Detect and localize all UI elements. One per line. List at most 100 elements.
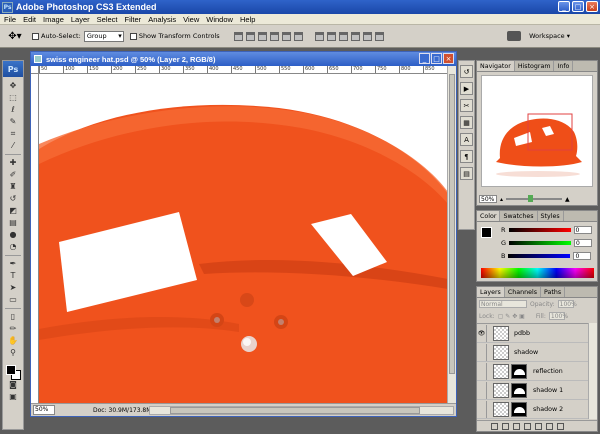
show-transform-checkbox[interactable] bbox=[129, 32, 137, 40]
menu-view[interactable]: View bbox=[183, 15, 199, 24]
eye-icon[interactable]: 👁 bbox=[477, 324, 487, 342]
align-bottom-icon[interactable] bbox=[257, 31, 267, 41]
blend-mode-dropdown[interactable]: Normal bbox=[479, 300, 527, 308]
character-icon[interactable]: A bbox=[460, 133, 473, 146]
document-zoom-field[interactable]: 50% bbox=[33, 405, 55, 415]
tab-layers[interactable]: Layers bbox=[477, 287, 505, 297]
doc-close-button[interactable]: × bbox=[443, 53, 454, 64]
visibility-toggle[interactable] bbox=[477, 381, 487, 399]
menu-layer[interactable]: Layer bbox=[71, 15, 90, 24]
layer-mask-thumbnail[interactable] bbox=[511, 382, 527, 398]
layer-row[interactable]: reflection bbox=[477, 362, 589, 381]
align-right-icon[interactable] bbox=[293, 31, 303, 41]
tab-paths[interactable]: Paths bbox=[541, 287, 566, 297]
move-tool-icon[interactable]: ✥ bbox=[4, 80, 22, 92]
channel-slider-r[interactable] bbox=[508, 228, 571, 232]
tab-navigator[interactable]: Navigator bbox=[477, 61, 515, 71]
image-canvas[interactable] bbox=[39, 74, 448, 404]
menu-help[interactable]: Help bbox=[240, 15, 255, 24]
paragraph-icon[interactable]: ¶ bbox=[460, 150, 473, 163]
auto-select-checkbox[interactable] bbox=[32, 32, 39, 40]
crop-tool-icon[interactable]: ⌗ bbox=[4, 128, 22, 140]
zoom-out-icon[interactable]: ▴ bbox=[500, 196, 503, 203]
brush-tool-icon[interactable]: ✐ bbox=[4, 169, 22, 181]
add-mask-icon[interactable] bbox=[513, 422, 520, 430]
tab-histogram[interactable]: Histogram bbox=[515, 61, 555, 71]
minimize-button[interactable]: _ bbox=[558, 1, 570, 12]
document-vertical-scrollbar[interactable] bbox=[447, 66, 456, 404]
blur-tool-icon[interactable]: ● bbox=[4, 229, 22, 241]
document-horizontal-scrollbar[interactable] bbox=[149, 406, 454, 415]
clone-source-icon[interactable]: ▤ bbox=[460, 167, 473, 180]
horizontal-scroll-thumb[interactable] bbox=[170, 407, 420, 414]
zoom-in-icon[interactable]: ▲ bbox=[565, 196, 570, 203]
zoom-tool-icon[interactable]: ⚲ bbox=[4, 347, 22, 359]
vertical-ruler[interactable] bbox=[31, 74, 39, 404]
tab-channels[interactable]: Channels bbox=[505, 287, 541, 297]
notes-tool-icon[interactable]: ▯ bbox=[4, 311, 22, 323]
color-swatches[interactable] bbox=[4, 363, 22, 380]
marquee-tool-icon[interactable]: ⬚ bbox=[4, 92, 22, 104]
distribute-left-icon[interactable] bbox=[350, 31, 360, 41]
document-title-bar[interactable]: swiss engineer hat.psd @ 50% (Layer 2, R… bbox=[31, 52, 456, 66]
visibility-toggle[interactable] bbox=[477, 343, 487, 361]
menu-file[interactable]: File bbox=[4, 15, 16, 24]
layer-row[interactable]: shadow 1 bbox=[477, 381, 589, 400]
move-tool-preset-icon[interactable]: ✥▾ bbox=[4, 29, 26, 44]
distribute-vcenter-icon[interactable] bbox=[326, 31, 336, 41]
visibility-toggle[interactable] bbox=[477, 362, 487, 380]
workspace-button[interactable]: Workspace ▾ bbox=[529, 32, 570, 40]
auto-select-dropdown[interactable]: Group bbox=[83, 30, 124, 42]
layer-mask-thumbnail[interactable] bbox=[511, 401, 527, 417]
menu-analysis[interactable]: Analysis bbox=[148, 15, 176, 24]
channel-slider-b[interactable] bbox=[508, 254, 571, 258]
tool-presets-icon[interactable]: ✂ bbox=[460, 99, 473, 112]
eyedropper-tool-icon[interactable]: ✏ bbox=[4, 323, 22, 335]
ruler-origin[interactable] bbox=[31, 66, 39, 74]
quick-mask-icon[interactable]: ◙ bbox=[4, 379, 22, 391]
layer-style-icon[interactable] bbox=[502, 422, 509, 430]
layer-row[interactable]: shadow 2 bbox=[477, 400, 589, 419]
history-brush-tool-icon[interactable]: ↺ bbox=[4, 193, 22, 205]
distribute-top-icon[interactable] bbox=[314, 31, 324, 41]
align-vcenter-icon[interactable] bbox=[245, 31, 255, 41]
actions-icon[interactable]: ▶ bbox=[460, 82, 473, 95]
tab-color[interactable]: Color bbox=[477, 211, 501, 221]
dodge-tool-icon[interactable]: ◔ bbox=[4, 241, 22, 253]
clone-stamp-tool-icon[interactable]: ♜ bbox=[4, 181, 22, 193]
layers-scrollbar[interactable] bbox=[588, 323, 597, 419]
history-icon[interactable]: ↺ bbox=[460, 65, 473, 78]
screen-mode-icon[interactable]: ▣ bbox=[4, 391, 22, 403]
menu-edit[interactable]: Edit bbox=[23, 15, 36, 24]
type-tool-icon[interactable]: T bbox=[4, 270, 22, 282]
doc-minimize-button[interactable]: _ bbox=[419, 53, 430, 64]
foreground-color-swatch[interactable] bbox=[6, 365, 16, 375]
distribute-right-icon[interactable] bbox=[374, 31, 384, 41]
new-layer-icon[interactable] bbox=[546, 422, 553, 430]
color-panel-foreground-swatch[interactable] bbox=[481, 227, 492, 238]
align-top-icon[interactable] bbox=[233, 31, 243, 41]
gradient-tool-icon[interactable]: ▤ bbox=[4, 217, 22, 229]
opacity-field[interactable]: 100% bbox=[557, 300, 577, 308]
slice-tool-icon[interactable]: ⁄ bbox=[4, 140, 22, 152]
color-spectrum-ramp[interactable] bbox=[481, 268, 594, 278]
menu-window[interactable]: Window bbox=[206, 15, 233, 24]
ps-logo[interactable]: Ps bbox=[3, 61, 23, 77]
channel-value-r[interactable]: 0 bbox=[573, 226, 592, 234]
healing-tool-icon[interactable]: ✚ bbox=[4, 157, 22, 169]
menu-filter[interactable]: Filter bbox=[125, 15, 142, 24]
navigator-zoom-slider[interactable] bbox=[506, 195, 563, 202]
layer-row[interactable]: shadow bbox=[477, 343, 589, 362]
doc-maximize-button[interactable]: □ bbox=[431, 53, 442, 64]
shape-tool-icon[interactable]: ▭ bbox=[4, 294, 22, 306]
adjustment-layer-icon[interactable] bbox=[524, 422, 531, 430]
path-select-tool-icon[interactable]: ➤ bbox=[4, 282, 22, 294]
tab-info[interactable]: Info bbox=[554, 61, 574, 71]
channel-value-b[interactable]: 0 bbox=[573, 252, 592, 260]
tab-swatches[interactable]: Swatches bbox=[500, 211, 538, 221]
tab-styles[interactable]: Styles bbox=[538, 211, 564, 221]
quick-select-tool-icon[interactable]: ✎ bbox=[4, 116, 22, 128]
link-layers-icon[interactable] bbox=[491, 422, 498, 430]
menu-select[interactable]: Select bbox=[97, 15, 118, 24]
pen-tool-icon[interactable]: ✒ bbox=[4, 258, 22, 270]
